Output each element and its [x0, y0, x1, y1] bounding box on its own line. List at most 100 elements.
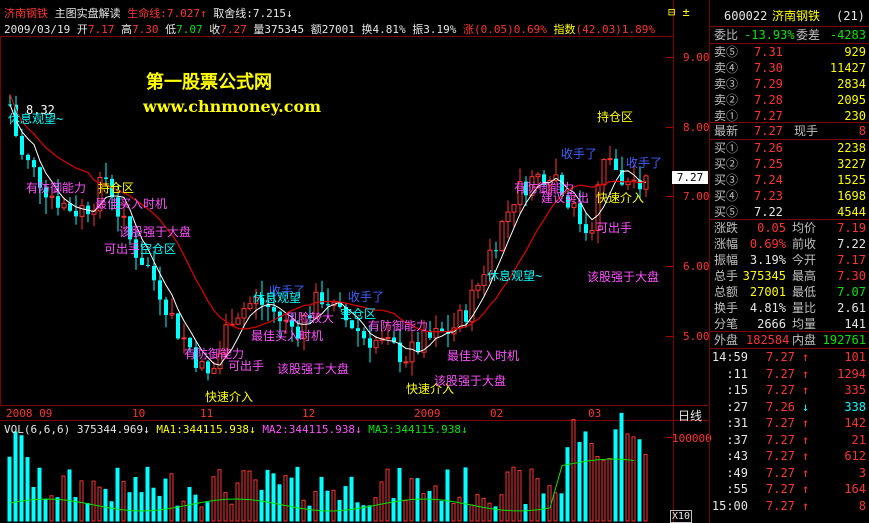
stat-value-1: 27001: [749, 285, 786, 299]
chart-annotation: 该股强于大盘: [119, 225, 192, 239]
candle[interactable]: [614, 149, 618, 171]
stock-seq: (21): [836, 9, 865, 23]
sell-row[interactable]: 卖② 7.28 2095: [710, 92, 869, 108]
candle[interactable]: [320, 280, 324, 309]
candle[interactable]: [440, 321, 444, 333]
stat-value-2: 7.30: [837, 269, 866, 283]
sell-volume: 11427: [829, 61, 866, 75]
buy-row[interactable]: 买③ 7.24 1525: [710, 172, 869, 188]
candle[interactable]: [643, 174, 649, 198]
tick-row: :37 7.27 ↑ 21: [710, 432, 869, 448]
stat-row: 涨幅 0.69% 前收 7.22: [714, 237, 866, 251]
buy-row[interactable]: 买④ 7.23 1698: [710, 188, 869, 204]
tick-arrow: ↑: [802, 416, 810, 430]
outer-value: 182584: [746, 333, 790, 347]
candle[interactable]: [428, 320, 432, 341]
change-value: (0.05): [473, 23, 514, 36]
volume-bar: [445, 469, 450, 522]
chart-annotation: 可出手: [596, 221, 633, 235]
tick-price: 7.27: [766, 366, 795, 381]
sell-row[interactable]: 卖③ 7.29 2834: [710, 76, 869, 92]
candle[interactable]: [164, 296, 168, 328]
candle[interactable]: [625, 177, 631, 190]
stat-row: 总额 27001 最低 7.07: [714, 285, 866, 299]
chart-annotation: 休息观望~: [487, 269, 543, 283]
sell-row[interactable]: 卖⑤ 7.31 929: [710, 44, 869, 60]
tick-volume: 21: [851, 432, 866, 447]
volume-bar: [223, 492, 228, 522]
candle[interactable]: [74, 195, 78, 225]
sell-row[interactable]: 卖④ 7.30 11427: [710, 60, 869, 76]
candle[interactable]: [97, 171, 103, 219]
candle[interactable]: [607, 146, 613, 166]
vol-ma1: MA1:344115.938: [156, 423, 250, 436]
candle[interactable]: [475, 282, 481, 299]
candle[interactable]: [32, 157, 36, 177]
chart-annotation: 可出手: [228, 359, 265, 373]
volume-bar: [241, 470, 246, 522]
chart-annotation: 持仓区: [597, 110, 634, 124]
candle[interactable]: [68, 197, 72, 213]
stat-value-2: 141: [844, 317, 866, 331]
tick-price: 7.27: [766, 449, 795, 463]
buy-row[interactable]: 买① 7.26 2238: [710, 140, 869, 156]
candle[interactable]: [86, 201, 90, 223]
buy-row[interactable]: 买② 7.25 3227: [710, 156, 869, 172]
kline-svg[interactable]: [0, 0, 708, 523]
candle[interactable]: [505, 200, 511, 239]
candle[interactable]: [409, 331, 415, 376]
vol-ma3: MA3:344115.938: [368, 423, 461, 436]
candle[interactable]: [152, 250, 156, 291]
tick-price: 7.27: [766, 498, 795, 513]
change-pct: 0.69%: [513, 23, 547, 36]
candle[interactable]: [494, 241, 498, 259]
candle[interactable]: [601, 158, 607, 192]
candle[interactable]: [403, 355, 409, 368]
lifeline-ma: [9, 104, 647, 366]
candle[interactable]: [584, 213, 588, 241]
candle[interactable]: [229, 308, 235, 327]
candle[interactable]: [146, 257, 150, 268]
candle[interactable]: [362, 327, 366, 346]
tick-arrow: ↑: [802, 465, 810, 480]
tick-row: :11 7.27 ↑ 1294: [710, 366, 869, 382]
candle[interactable]: [356, 318, 360, 347]
volume-bar: [439, 500, 444, 522]
stat-value-2: 7.07: [837, 285, 866, 299]
buy-price: 7.23: [754, 189, 783, 203]
candle[interactable]: [26, 153, 30, 169]
candle[interactable]: [398, 329, 402, 373]
sell-price: 7.28: [754, 93, 783, 107]
tick-arrow: ↑: [802, 366, 810, 381]
candle[interactable]: [373, 335, 379, 354]
window-controls[interactable]: ⊟ ±: [668, 6, 690, 19]
index-value: (42.03): [575, 23, 622, 36]
period-selector[interactable]: 日线: [678, 407, 702, 424]
buy-volume: 2238: [837, 141, 866, 155]
kline-chart-area[interactable]: 济南钢铁 主图实盘解读 生命线:7.027↑ 取舍线:7.215↓ ⊟ ± 20…: [0, 0, 712, 523]
tick-volume: 164: [844, 482, 866, 496]
candle[interactable]: [481, 265, 487, 296]
stat-row: 换手 4.81% 量比 2.61: [714, 301, 866, 315]
date-label-12: 12: [302, 407, 316, 420]
candle[interactable]: [79, 198, 85, 230]
stat-value-2: 7.17: [837, 253, 866, 267]
buy-price: 7.22: [754, 205, 783, 219]
stock-name: 济南钢铁: [4, 7, 48, 20]
candle[interactable]: [176, 312, 180, 340]
volume-bar: [385, 468, 390, 522]
tick-arrow: ↑: [802, 482, 810, 496]
candle[interactable]: [247, 296, 253, 311]
indicator-title[interactable]: 主图实盘解读: [55, 7, 121, 20]
buy-row[interactable]: 买⑤ 7.22 4544: [710, 204, 869, 220]
candle[interactable]: [499, 219, 505, 253]
candle[interactable]: [235, 312, 241, 325]
volume-bar: [349, 476, 354, 522]
candle[interactable]: [451, 312, 457, 342]
candle[interactable]: [206, 359, 210, 381]
candle[interactable]: [350, 319, 354, 330]
candle[interactable]: [589, 221, 595, 241]
candle[interactable]: [169, 298, 175, 320]
volume-bar: [181, 500, 186, 522]
stat-value-1: 4.81%: [749, 301, 786, 315]
